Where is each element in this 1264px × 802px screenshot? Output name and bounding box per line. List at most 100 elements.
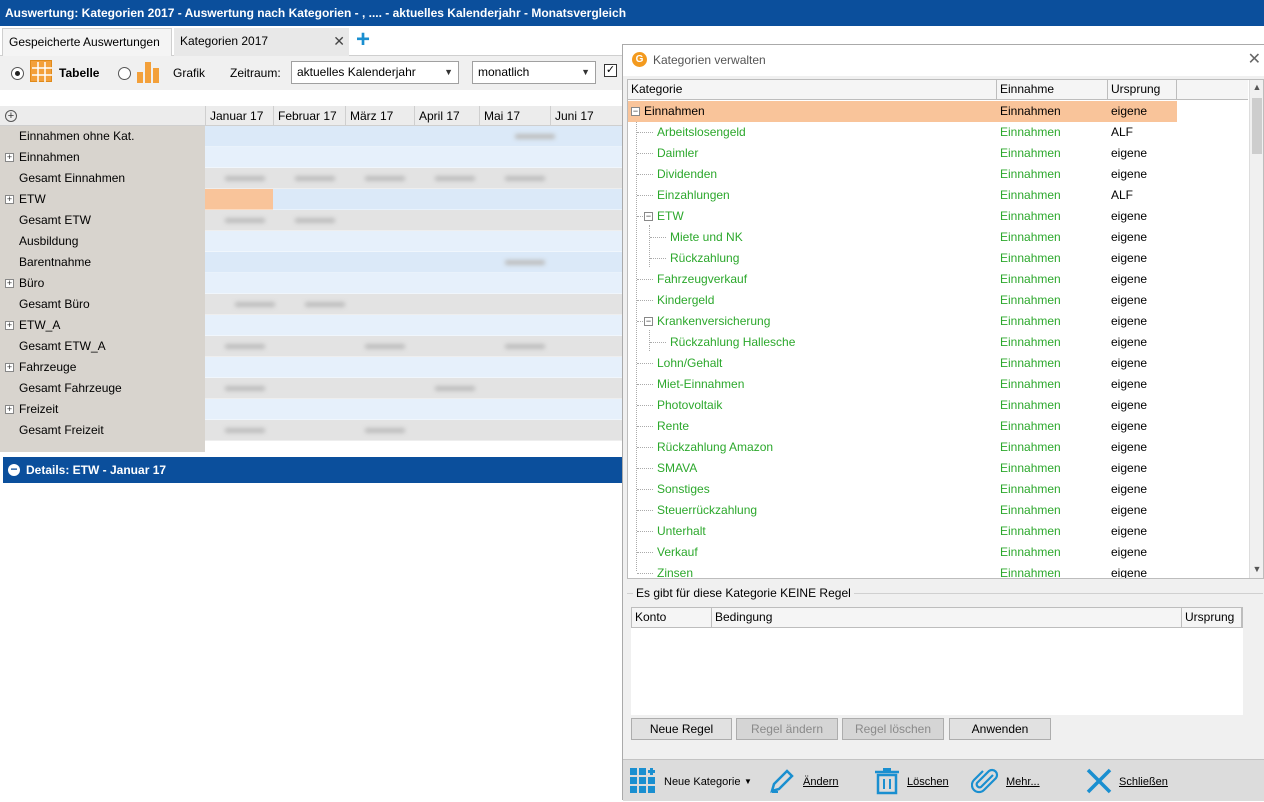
category-row[interactable]: Rückzahlung Einnahmen eigene bbox=[628, 248, 1248, 269]
chart-view-radio[interactable] bbox=[118, 67, 131, 80]
more-action[interactable]: Mehr... bbox=[969, 760, 1059, 802]
category-row[interactable]: Lohn/Gehalt Einnahmen eigene bbox=[628, 353, 1248, 374]
grid-row-label[interactable]: Gesamt Einnahmen bbox=[0, 168, 205, 189]
grid-row-label[interactable]: + ETW bbox=[0, 189, 205, 210]
category-row[interactable]: Photovoltaik Einnahmen eigene bbox=[628, 395, 1248, 416]
period-label: Zeitraum: bbox=[230, 66, 281, 80]
close-icon[interactable]: ✕ bbox=[1248, 45, 1261, 75]
grid-row-label[interactable]: + Einnahmen bbox=[0, 147, 205, 168]
blurred-value bbox=[225, 386, 265, 391]
category-row[interactable]: − Einnahmen Einnahmen eigene bbox=[628, 101, 1177, 122]
grid-row-label[interactable]: + ETW_A bbox=[0, 315, 205, 336]
table-view-radio[interactable] bbox=[11, 67, 24, 80]
option-checkbox[interactable]: ✓ bbox=[604, 64, 617, 77]
scrollbar-thumb[interactable] bbox=[1252, 98, 1262, 154]
collapse-icon[interactable]: − bbox=[644, 317, 653, 326]
scroll-down-icon[interactable]: ▼ bbox=[1250, 564, 1263, 578]
category-row[interactable]: Einzahlungen Einnahmen ALF bbox=[628, 185, 1248, 206]
grid-row-label[interactable]: + Fahrzeuge bbox=[0, 357, 205, 378]
collapse-icon[interactable]: − bbox=[644, 212, 653, 221]
category-row[interactable]: Fahrzeugverkauf Einnahmen eigene bbox=[628, 269, 1248, 290]
grid-row-label[interactable]: Gesamt Büro bbox=[0, 294, 205, 315]
category-row[interactable]: SMAVA Einnahmen eigene bbox=[628, 458, 1248, 479]
close-action[interactable]: Schließen bbox=[1083, 760, 1193, 802]
column-header-rule-origin[interactable]: Ursprung bbox=[1182, 608, 1242, 627]
category-row[interactable]: Miete und NK Einnahmen eigene bbox=[628, 227, 1248, 248]
new-category-action[interactable]: Neue Kategorie ▼ bbox=[627, 760, 757, 802]
category-row[interactable]: Dividenden Einnahmen eigene bbox=[628, 164, 1248, 185]
category-row[interactable]: − ETW Einnahmen eigene bbox=[628, 206, 1248, 227]
column-header-origin[interactable]: Ursprung bbox=[1108, 80, 1177, 100]
column-header-condition[interactable]: Bedingung bbox=[712, 608, 1182, 627]
edit-rule-button[interactable]: Regel ändern bbox=[736, 718, 838, 740]
collapse-icon[interactable]: − bbox=[8, 463, 20, 476]
blurred-value bbox=[225, 218, 265, 223]
column-header-category[interactable]: Kategorie bbox=[628, 80, 997, 100]
category-row[interactable]: Daimler Einnahmen eigene bbox=[628, 143, 1248, 164]
grid-row-label[interactable]: Gesamt Freizeit bbox=[0, 420, 205, 441]
category-name: Sonstiges bbox=[657, 482, 710, 496]
grid-row-label[interactable]: Gesamt ETW_A bbox=[0, 336, 205, 357]
edit-action[interactable]: Ändern bbox=[766, 760, 846, 802]
month-header[interactable]: Mai 17 bbox=[479, 106, 550, 126]
category-row[interactable]: Steuerrückzahlung Einnahmen eigene bbox=[628, 500, 1248, 521]
month-header[interactable]: Februar 17 bbox=[273, 106, 345, 126]
category-row[interactable]: Rückzahlung Amazon Einnahmen eigene bbox=[628, 437, 1248, 458]
column-header-account[interactable]: Konto bbox=[632, 608, 712, 627]
blurred-value bbox=[305, 302, 345, 307]
grid-row-label[interactable]: Ausbildung bbox=[0, 231, 205, 252]
month-header[interactable]: Januar 17 bbox=[205, 106, 273, 126]
grid-row-label[interactable]: Barentnahme bbox=[0, 252, 205, 273]
expand-icon[interactable]: + bbox=[5, 321, 14, 330]
delete-rule-button[interactable]: Regel löschen bbox=[842, 718, 944, 740]
month-header[interactable]: März 17 bbox=[345, 106, 414, 126]
period-select[interactable]: aktuelles Kalenderjahr ▼ bbox=[291, 61, 459, 84]
expand-all-icon[interactable]: + bbox=[5, 110, 17, 122]
category-row[interactable]: Arbeitslosengeld Einnahmen ALF bbox=[628, 122, 1248, 143]
expand-icon[interactable]: + bbox=[5, 195, 14, 204]
scroll-up-icon[interactable]: ▲ bbox=[1250, 82, 1263, 96]
blurred-value bbox=[365, 428, 405, 433]
apply-button[interactable]: Anwenden bbox=[949, 718, 1051, 740]
category-type: Einnahmen bbox=[1000, 356, 1061, 370]
details-header[interactable]: − Details: ETW - Januar 17 bbox=[3, 457, 622, 483]
month-header[interactable]: April 17 bbox=[414, 106, 479, 126]
grid-row-label[interactable]: Gesamt ETW bbox=[0, 210, 205, 231]
tab-saved-reports[interactable]: Gespeicherte Auswertungen bbox=[2, 28, 172, 56]
category-row[interactable]: Miet-Einnahmen Einnahmen eigene bbox=[628, 374, 1248, 395]
tab-categories-2017[interactable]: Kategorien 2017 ✕ bbox=[174, 28, 349, 56]
tree-line bbox=[650, 258, 666, 259]
category-row[interactable]: Zinsen Einnahmen eigene bbox=[628, 563, 1248, 578]
new-rule-button[interactable]: Neue Regel bbox=[631, 718, 732, 740]
grid-values-blurred[interactable] bbox=[205, 126, 622, 452]
category-row[interactable]: Sonstiges Einnahmen eigene bbox=[628, 479, 1248, 500]
expand-icon[interactable]: + bbox=[5, 153, 14, 162]
category-row[interactable]: Rückzahlung Hallesche Einnahmen eigene bbox=[628, 332, 1248, 353]
vertical-scrollbar[interactable]: ▲ ▼ bbox=[1249, 80, 1263, 578]
category-row[interactable]: Rente Einnahmen eigene bbox=[628, 416, 1248, 437]
category-type: Einnahmen bbox=[1000, 545, 1061, 559]
month-header[interactable]: Juni 17 bbox=[550, 106, 618, 126]
x-close-icon bbox=[1085, 767, 1113, 795]
close-tab-icon[interactable]: ✕ bbox=[333, 28, 345, 54]
blurred-value bbox=[505, 344, 545, 349]
grid-row-label[interactable]: Einnahmen ohne Kat. bbox=[0, 126, 205, 147]
category-row[interactable]: Unterhalt Einnahmen eigene bbox=[628, 521, 1248, 542]
category-origin: eigene bbox=[1111, 104, 1148, 118]
column-header-income[interactable]: Einnahme bbox=[997, 80, 1108, 100]
rules-table[interactable]: Konto Bedingung Ursprung bbox=[631, 607, 1243, 715]
expand-icon[interactable]: + bbox=[5, 363, 14, 372]
expand-icon[interactable]: + bbox=[5, 405, 14, 414]
interval-select[interactable]: monatlich ▼ bbox=[472, 61, 596, 84]
collapse-icon[interactable]: − bbox=[631, 107, 640, 116]
grid-row-label[interactable]: + Freizeit bbox=[0, 399, 205, 420]
grid-row-label[interactable]: + Büro bbox=[0, 273, 205, 294]
delete-action[interactable]: Löschen bbox=[871, 760, 961, 802]
grid-row-label[interactable]: Gesamt Fahrzeuge bbox=[0, 378, 205, 399]
category-row[interactable]: − Krankenversicherung Einnahmen eigene bbox=[628, 311, 1248, 332]
expand-icon[interactable]: + bbox=[5, 279, 14, 288]
category-row[interactable]: Kindergeld Einnahmen eigene bbox=[628, 290, 1248, 311]
category-type: Einnahmen bbox=[1000, 503, 1061, 517]
category-row[interactable]: Verkauf Einnahmen eigene bbox=[628, 542, 1248, 563]
add-tab-icon[interactable]: + bbox=[352, 28, 374, 52]
